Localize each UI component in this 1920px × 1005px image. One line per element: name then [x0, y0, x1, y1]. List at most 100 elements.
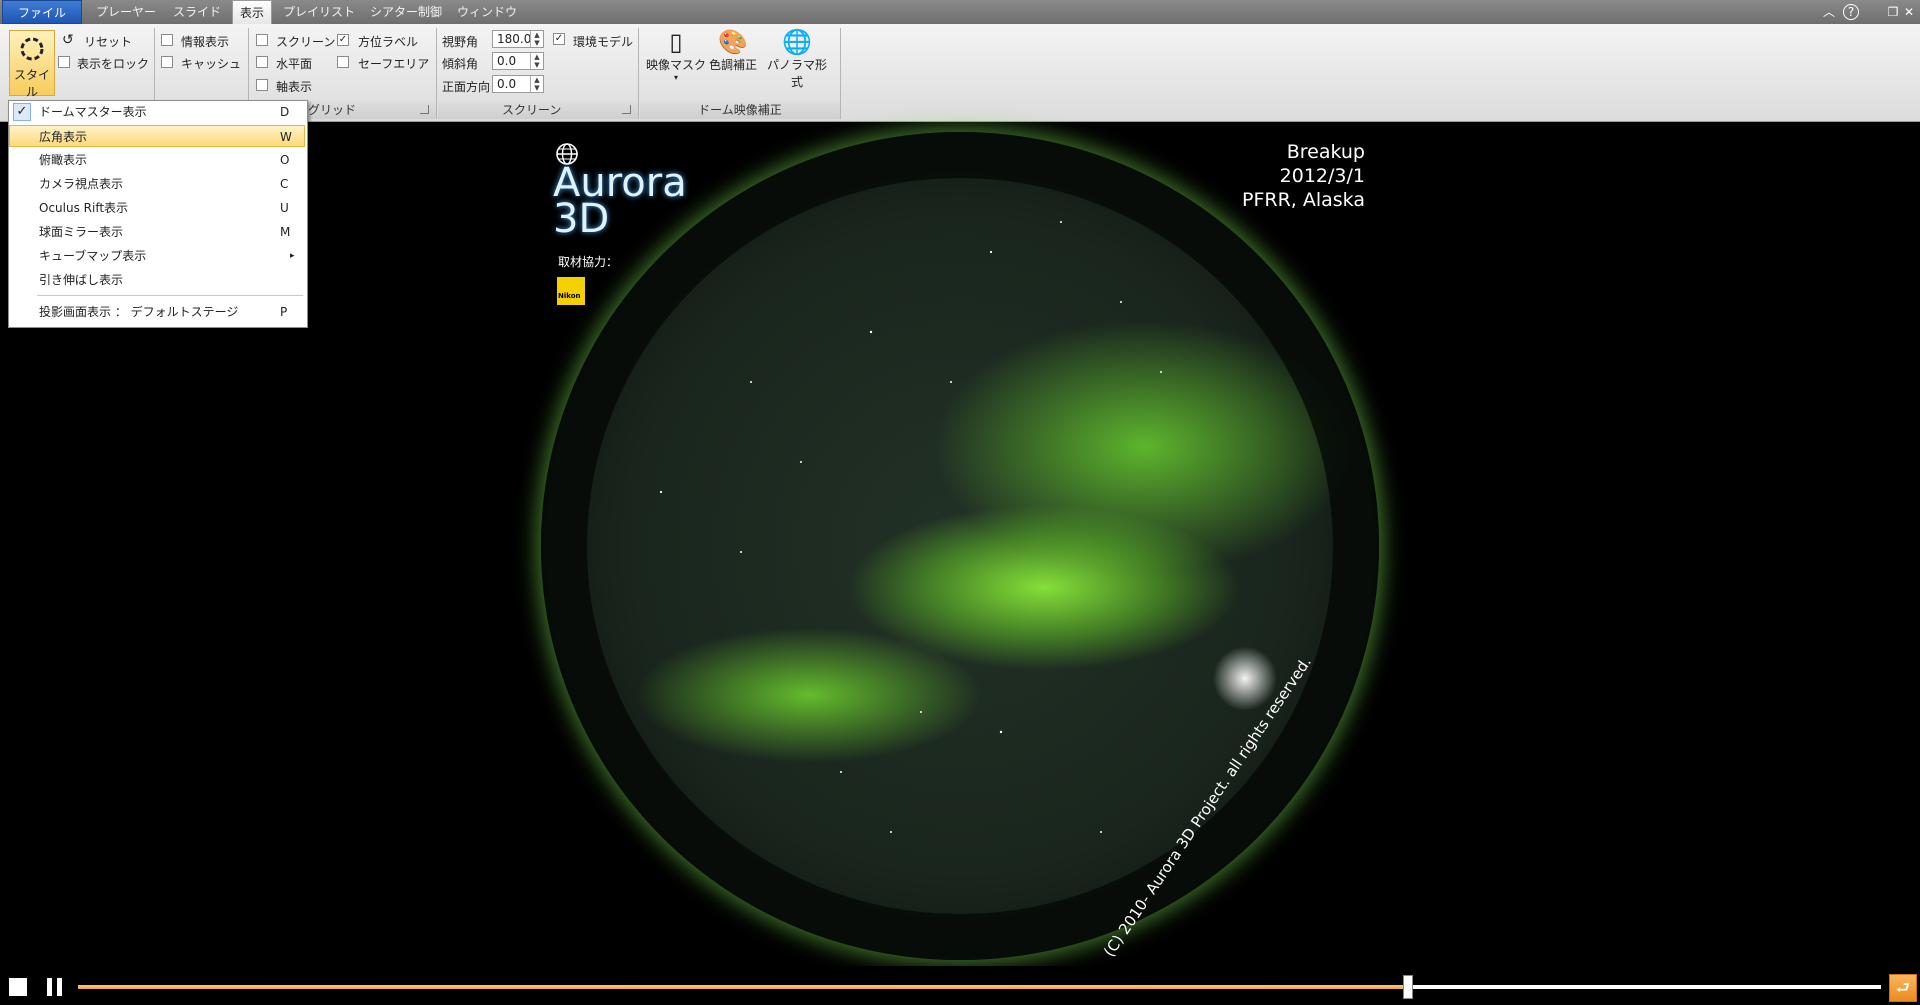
video-mask-label: 映像マスク: [646, 58, 707, 72]
screen-launcher-icon[interactable]: [622, 105, 631, 114]
reset-button[interactable]: リセット: [84, 33, 132, 50]
group-separator: [840, 28, 841, 119]
shortcut-key: D: [280, 105, 290, 119]
tab-slide[interactable]: スライド: [166, 0, 228, 24]
menu-item-label: キューブマップ表示: [39, 249, 147, 263]
tab-theater-control[interactable]: シアター制御: [366, 0, 446, 24]
direction-label-checkbox[interactable]: ✓: [337, 34, 349, 46]
color-correction-button[interactable]: 🎨 色調補正: [708, 28, 758, 73]
spinner-arrows-icon[interactable]: ▲ ▼: [530, 76, 543, 92]
sponsor-badge-text: Nikon: [558, 292, 581, 300]
grid-launcher-icon[interactable]: [420, 105, 429, 114]
lock-view-label: 表示をロック: [77, 57, 150, 71]
cache-label: キャッシュ: [181, 57, 242, 71]
palette-icon: 🎨: [718, 28, 748, 56]
dome-correction-group-title: ドーム映像補正: [698, 103, 782, 117]
scene-title: Breakup: [1286, 141, 1365, 163]
help-icon[interactable]: ?: [1843, 4, 1859, 20]
menu-item-spherical-mirror[interactable]: 球面ミラー表示 M: [9, 221, 305, 243]
group-separator: [638, 28, 639, 119]
close-window-icon[interactable]: ✕: [1900, 3, 1918, 21]
pause-button[interactable]: [47, 978, 63, 996]
tab-window[interactable]: ウィンドウ: [452, 0, 522, 24]
direction-label-text: 方位ラベル: [358, 35, 419, 49]
menu-item-label: 広角表示: [39, 130, 88, 144]
menu-item-projection-screen[interactable]: 投影画面表示 ： デフォルトステージ P: [9, 301, 305, 323]
shortcut-key: M: [280, 225, 291, 239]
tab-view[interactable]: 表示: [232, 0, 272, 25]
video-mask-icon: ▯: [669, 28, 683, 56]
seek-progress-fill: [78, 985, 1408, 989]
video-mask-button[interactable]: ▯ 映像マスク ▾: [646, 28, 706, 82]
fov-value: 180.0: [497, 32, 532, 46]
fov-input[interactable]: 180.0 ▲ ▼: [492, 30, 544, 48]
menu-item-label: 投影画面表示 ： デフォルトステージ: [39, 305, 239, 319]
panorama-format-label: パノラマ形式: [766, 58, 827, 89]
style-button[interactable]: スタイル ▾: [9, 30, 55, 108]
menu-item-label: ドームマスター表示: [39, 105, 147, 119]
style-icon: [20, 37, 44, 61]
cooperation-label: 取材協力：: [558, 255, 619, 269]
screen-group-title: スクリーン: [502, 103, 562, 117]
color-correction-label: 色調補正: [708, 58, 757, 72]
tilt-input[interactable]: 0.0 ▲ ▼: [492, 52, 544, 70]
menu-item-cubemap[interactable]: キューブマップ表示 ▸: [9, 245, 305, 267]
submenu-arrow-icon: ▸: [290, 251, 295, 261]
style-button-label: スタイル: [13, 68, 50, 99]
safe-area-checkbox[interactable]: [337, 56, 349, 68]
menu-item-label: カメラ視点表示: [39, 177, 124, 191]
panorama-format-button[interactable]: 🌐 パノラマ形式: [762, 28, 832, 90]
dropdown-arrow-icon: ▾: [673, 73, 678, 82]
horizon-checkbox[interactable]: [256, 56, 268, 68]
cache-checkbox[interactable]: [161, 56, 173, 68]
menu-item-oculus-rift[interactable]: Oculus Rift表示 U: [9, 197, 305, 219]
fov-label: 視野角: [442, 35, 479, 49]
globe-icon: 🌐: [782, 28, 812, 56]
menu-item-dome-master[interactable]: ✓ ドームマスター表示 D: [9, 101, 305, 123]
axis-label: 軸表示: [276, 80, 313, 94]
shortcut-key: C: [280, 177, 289, 191]
tab-player[interactable]: プレーヤー: [86, 0, 166, 24]
menu-tab-bar: ファイル プレーヤー スライド 表示 プレイリスト シアター制御 ウィンドウ ︿…: [0, 0, 1920, 25]
spinner-arrows-icon[interactable]: ▲ ▼: [530, 31, 543, 47]
axis-checkbox[interactable]: [256, 79, 268, 91]
lock-view-checkbox[interactable]: [58, 56, 70, 68]
group-separator: [436, 28, 437, 119]
shortcut-key: U: [280, 201, 289, 215]
collapse-ribbon-icon[interactable]: ︿: [1820, 3, 1838, 21]
menu-separator: [37, 295, 303, 296]
environment-model-checkbox[interactable]: ✓: [553, 33, 565, 45]
menu-item-wide-angle[interactable]: 広角表示 W: [9, 125, 305, 147]
reset-icon: ↺: [62, 32, 74, 48]
front-direction-label: 正面方向: [442, 80, 491, 94]
front-direction-input[interactable]: 0.0 ▲ ▼: [492, 75, 544, 93]
front-direction-value: 0.0: [497, 77, 517, 91]
seek-thumb[interactable]: [1402, 975, 1413, 999]
tilt-value: 0.0: [497, 54, 517, 68]
tab-file[interactable]: ファイル: [2, 0, 82, 24]
style-dropdown-menu: ✓ ドームマスター表示 D 広角表示 W 俯瞰表示 O カメラ視点表示 C Oc…: [8, 100, 308, 328]
shortcut-key: O: [280, 153, 290, 167]
shortcut-key: P: [280, 305, 288, 319]
sponsor-badge: Nikon: [557, 277, 585, 305]
stop-button[interactable]: [9, 978, 27, 996]
menu-item-stretch[interactable]: 引き伸ばし表示: [9, 269, 305, 291]
treeline-rim: [541, 132, 1379, 960]
menu-item-label: 俯瞰表示: [39, 153, 88, 167]
spinner-arrows-icon[interactable]: ▲ ▼: [530, 53, 543, 69]
menu-item-camera-view[interactable]: カメラ視点表示 C: [9, 173, 305, 195]
info-checkbox[interactable]: [161, 34, 173, 46]
logo-3d: 3D: [553, 196, 610, 242]
pause-icon: [47, 978, 52, 996]
shortcut-key: W: [280, 130, 292, 144]
screen-label: スクリーン: [276, 35, 336, 49]
horizon-label: 水平面: [276, 57, 313, 71]
menu-item-label: 球面ミラー表示: [39, 225, 124, 239]
environment-model-label: 環境モデル: [573, 35, 634, 49]
scene-location: PFRR, Alaska: [1242, 189, 1365, 211]
loop-button[interactable]: ⮐: [1889, 974, 1917, 1002]
menu-item-overhead[interactable]: 俯瞰表示 O: [9, 149, 305, 171]
tab-playlist[interactable]: プレイリスト: [276, 0, 362, 24]
grid-group-title: グリッド: [308, 103, 357, 117]
screen-checkbox[interactable]: [256, 34, 268, 46]
